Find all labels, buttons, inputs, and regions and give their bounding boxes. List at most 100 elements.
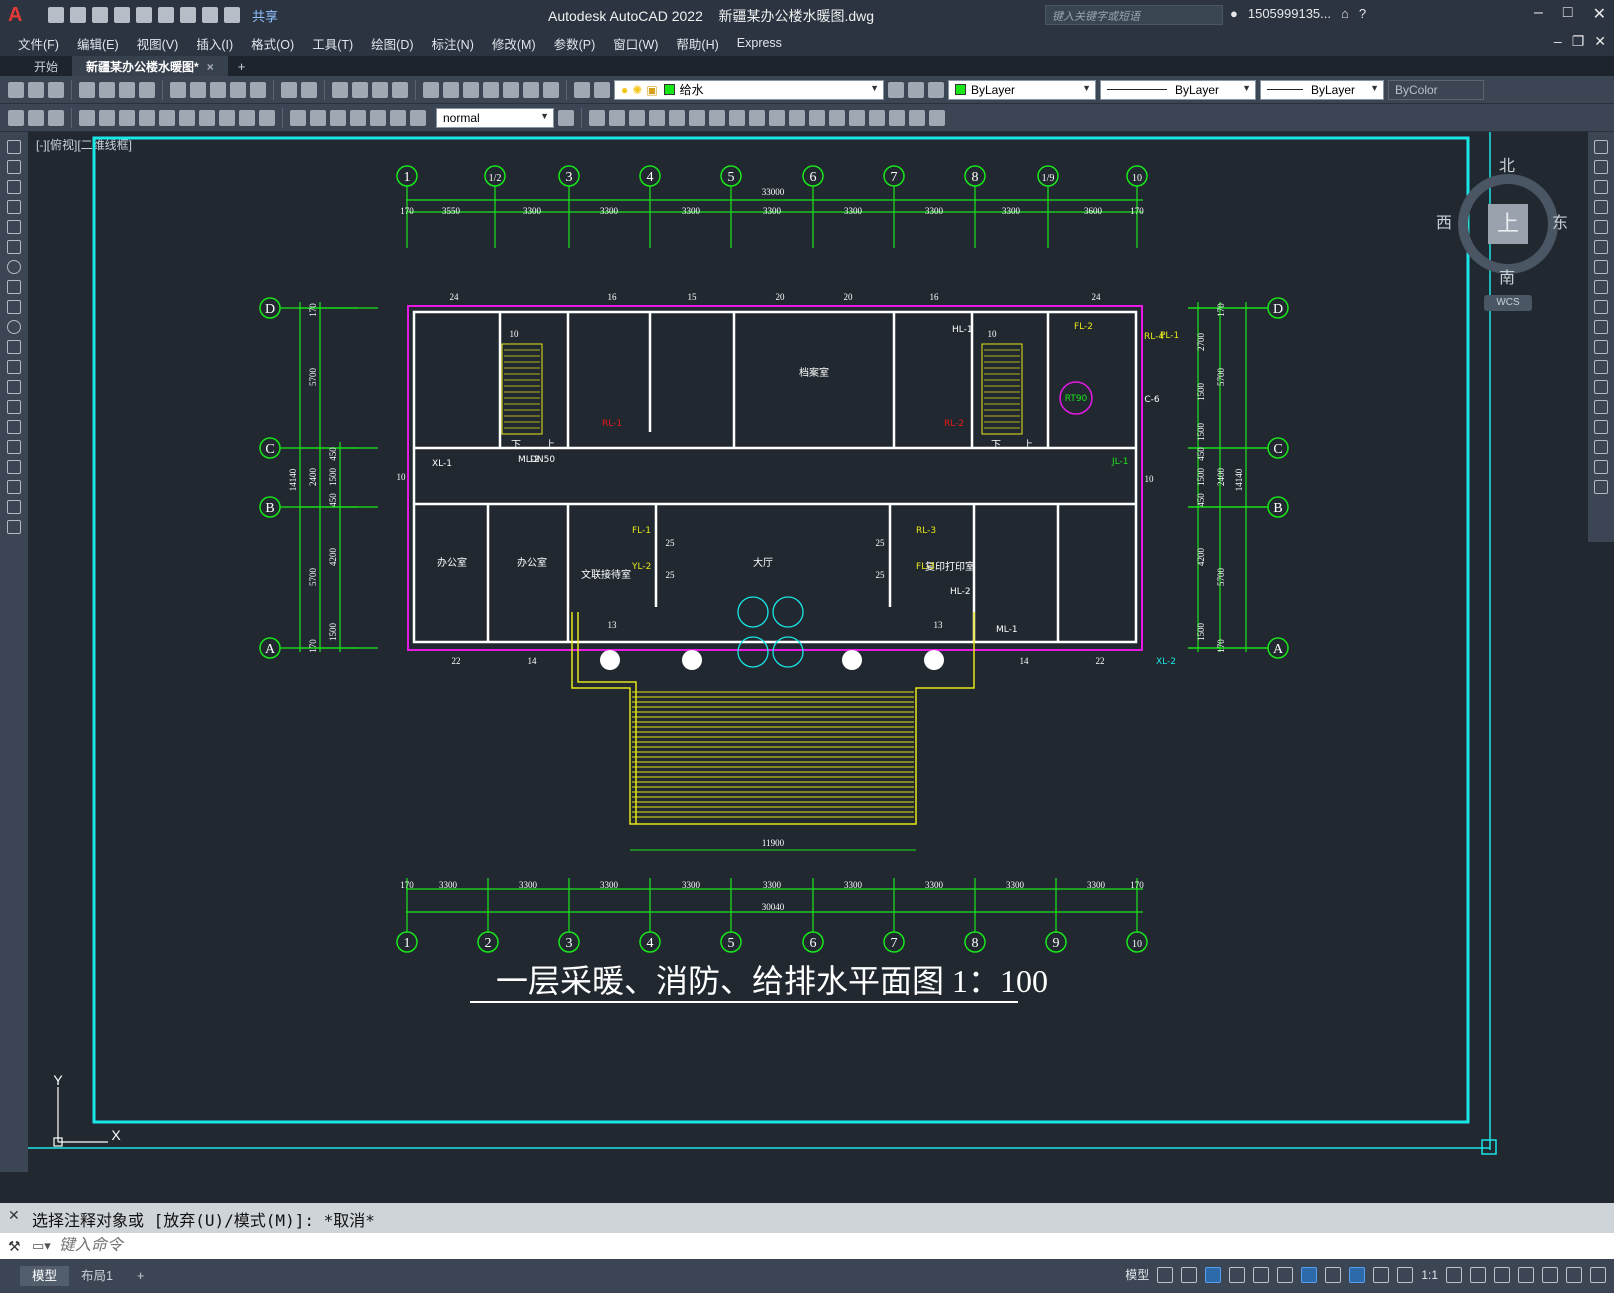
annotation-visibility-icon[interactable]: [1349, 1266, 1366, 1283]
compass-north[interactable]: 北: [1499, 152, 1515, 176]
break-icon[interactable]: [1594, 380, 1608, 394]
lineweight-icon[interactable]: [1325, 1266, 1342, 1283]
match-properties-icon[interactable]: [230, 81, 246, 98]
explode-icon[interactable]: [869, 109, 885, 126]
spline-icon[interactable]: [7, 300, 21, 314]
redo-icon[interactable]: [224, 7, 240, 23]
polyline-icon[interactable]: [7, 180, 21, 194]
doc-close-icon[interactable]: ✕: [1594, 33, 1606, 50]
markup-icon[interactable]: [503, 81, 519, 98]
layer-state-icon[interactable]: [594, 81, 610, 98]
open-file-icon[interactable]: [70, 7, 86, 23]
dim-style-icon[interactable]: [558, 109, 574, 126]
tool-palettes-icon[interactable]: [463, 81, 479, 98]
zoom-window-icon[interactable]: [372, 81, 388, 98]
polygon-icon[interactable]: [7, 200, 21, 214]
plot-icon[interactable]: [79, 81, 95, 98]
menu-help[interactable]: 帮助(H): [674, 34, 734, 53]
3d-print-icon[interactable]: [139, 81, 155, 98]
copy-obj-icon[interactable]: [589, 109, 605, 126]
make-current-icon[interactable]: [888, 81, 904, 98]
scale-icon[interactable]: [709, 109, 725, 126]
blend-curves-icon[interactable]: [1594, 460, 1608, 474]
dim-space-icon[interactable]: [239, 109, 255, 126]
annotation-scale-icon[interactable]: [1397, 1266, 1414, 1283]
multiline-text-icon[interactable]: [7, 500, 21, 514]
gradient-icon[interactable]: [7, 440, 21, 454]
doc-restore-icon[interactable]: ❐: [1572, 33, 1585, 50]
mirror-icon[interactable]: [1594, 180, 1608, 194]
array-icon[interactable]: [1594, 220, 1608, 234]
save-icon[interactable]: [48, 81, 64, 98]
properties-icon[interactable]: [423, 81, 439, 98]
tab-layout1[interactable]: 布局1: [69, 1266, 125, 1286]
dim-break-icon[interactable]: [259, 109, 275, 126]
layer-state-manager-icon[interactable]: [928, 81, 944, 98]
quick-dim-icon[interactable]: [179, 109, 195, 126]
move-icon[interactable]: [1594, 240, 1608, 254]
tolerance-icon[interactable]: [290, 109, 306, 126]
user-icon[interactable]: ●: [1230, 6, 1238, 21]
center-mark-icon[interactable]: [310, 109, 326, 126]
compass-south[interactable]: 南: [1499, 264, 1515, 288]
join-icon[interactable]: [809, 109, 825, 126]
inspection-icon[interactable]: [330, 109, 346, 126]
dim-update-icon[interactable]: [410, 109, 426, 126]
menu-window[interactable]: 窗口(W): [611, 34, 674, 53]
print-icon[interactable]: [180, 7, 196, 23]
clean-screen-icon[interactable]: [1566, 1266, 1582, 1283]
viewcube[interactable]: 上 北 南 西 东 WCS: [1436, 152, 1568, 311]
tab-active-drawing[interactable]: 新疆某办公楼水暖图* ×: [72, 56, 228, 76]
quick-properties-icon[interactable]: [1518, 1266, 1534, 1283]
trim-icon[interactable]: [1594, 320, 1608, 334]
move-icon[interactable]: [669, 109, 685, 126]
cart-icon[interactable]: ⌂: [1341, 6, 1349, 21]
region-icon[interactable]: [7, 460, 21, 474]
share-button[interactable]: 共享: [252, 6, 278, 25]
menu-modify[interactable]: 修改(M): [490, 34, 552, 53]
quickcalc-icon[interactable]: [523, 81, 539, 98]
revision-cloud-icon[interactable]: [7, 280, 21, 294]
customize-icon[interactable]: ⚒: [8, 1238, 21, 1255]
jogged-linear-icon[interactable]: [350, 109, 366, 126]
paste-icon[interactable]: [210, 81, 226, 98]
hatch-icon[interactable]: [7, 420, 21, 434]
dim-jogged-icon[interactable]: [119, 109, 135, 126]
point-icon[interactable]: [7, 400, 21, 414]
plot-preview-icon[interactable]: [99, 81, 115, 98]
zoom-realtime-icon[interactable]: [352, 81, 368, 98]
zoom-previous-icon[interactable]: [392, 81, 408, 98]
maximize-icon[interactable]: □: [1563, 4, 1573, 24]
ortho-icon[interactable]: [1205, 1266, 1222, 1283]
close-icon[interactable]: ✕: [1593, 4, 1606, 24]
layer-properties-icon[interactable]: [574, 81, 590, 98]
polar-tracking-icon[interactable]: [1229, 1266, 1246, 1283]
menu-insert[interactable]: 插入(I): [194, 34, 249, 53]
mirror-icon[interactable]: [609, 109, 625, 126]
offset-icon[interactable]: [1594, 200, 1608, 214]
dim-aligned-icon[interactable]: [28, 109, 44, 126]
new-file-icon[interactable]: [48, 7, 64, 23]
viewcube-top-face[interactable]: 上: [1488, 204, 1528, 244]
sheet-set-icon[interactable]: [483, 81, 499, 98]
erase-icon[interactable]: [1594, 140, 1608, 154]
publish-icon[interactable]: [119, 81, 135, 98]
make-block-icon[interactable]: [7, 380, 21, 394]
dim-ordinate-icon[interactable]: [79, 109, 95, 126]
chamfer-icon[interactable]: [829, 109, 845, 126]
layer-previous-icon[interactable]: [908, 81, 924, 98]
new-icon[interactable]: [8, 81, 24, 98]
fillet-icon[interactable]: [1594, 440, 1608, 454]
redo-icon[interactable]: [301, 81, 317, 98]
break-at-point-icon[interactable]: [1594, 360, 1608, 374]
undo-icon[interactable]: [202, 7, 218, 23]
minimize-icon[interactable]: –: [1534, 4, 1543, 24]
copy-icon[interactable]: [190, 81, 206, 98]
grid-icon[interactable]: [1157, 1266, 1174, 1283]
cut-icon[interactable]: [170, 81, 186, 98]
pan-icon[interactable]: [332, 81, 348, 98]
user-name[interactable]: 1505999135...: [1248, 6, 1331, 21]
dimstyle-dropdown[interactable]: normal ▼: [436, 107, 554, 128]
dim-continue-icon[interactable]: [219, 109, 235, 126]
insert-block-icon[interactable]: [7, 360, 21, 374]
